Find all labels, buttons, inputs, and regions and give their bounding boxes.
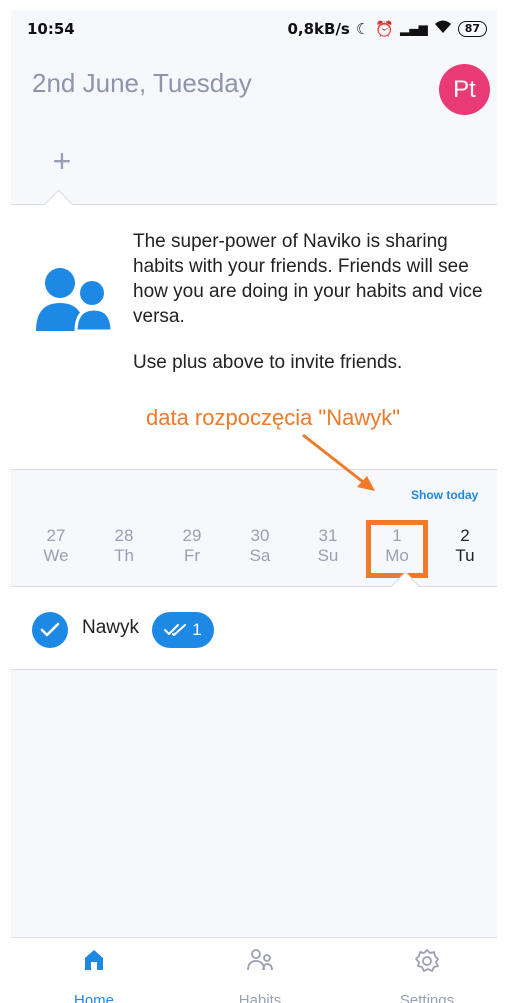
invite-description: The super-power of Naviko is sharing hab… [133,231,483,327]
streak-count: 1 [192,620,202,639]
status-icons: 0,8kB/s ☾ ⏰ ▂▄▆ 87 [287,20,487,38]
habit-check-button[interactable] [32,612,68,648]
nav-habits[interactable]: Habits [200,938,320,1003]
day-number: 27 [46,526,66,545]
annotation-label: data rozpoczęcia "Nawyk" [146,405,401,430]
nav-label: Settings [399,992,455,1003]
day-name: Th [114,546,134,565]
people-icon [247,949,273,971]
day-number: 2 [460,526,470,545]
calendar-day-29[interactable]: 29 Fr [167,526,217,566]
add-friend-button[interactable]: + [47,145,77,177]
battery-indicator: 87 [457,21,487,37]
bottom-navigation: Home Habits Settings [11,937,497,1003]
invite-hint: Use plus above to invite friends. [133,352,403,373]
show-today-link[interactable]: Show today [411,488,478,502]
network-speed: 0,8kB/s [287,20,350,38]
avatar[interactable]: Pt [439,64,490,115]
calendar-day-28[interactable]: 28 Th [99,526,149,566]
alarm-icon: ⏰ [375,20,394,38]
signal-icon: ▂▄▆ [400,22,428,36]
habit-name[interactable]: Nawyk [82,617,139,639]
nav-home[interactable]: Home [34,938,154,1003]
day-name: Tu [455,546,475,565]
page-title: 2nd June, Tuesday [32,68,252,98]
calendar-day-27[interactable]: 27 We [31,526,81,566]
double-check-icon [164,624,187,636]
nav-label: Habits [238,992,282,1003]
moon-icon: ☾ [355,20,370,38]
calendar-day-30[interactable]: 30 Sa [235,526,285,566]
friends-icon [36,267,118,338]
day-number: 30 [250,526,270,545]
habit-list: Nawyk 1 [11,571,497,670]
check-icon [40,622,60,637]
annotation-arrow [302,433,375,491]
calendar-day-2[interactable]: 2 Tu [440,526,490,566]
nav-label: Home [73,992,114,1003]
calendar-day-31[interactable]: 31 Su [303,526,353,566]
day-name: Fr [183,546,201,565]
card-pointer [43,189,74,220]
status-bar: 10:54 0,8kB/s ☾ ⏰ ▂▄▆ 87 [11,10,497,48]
day-number: 28 [114,526,134,545]
day-name: We [43,546,69,565]
annotation-highlight-box [366,520,428,578]
day-name: Sa [249,546,271,565]
day-number: 31 [318,526,338,545]
home-icon [85,950,103,970]
invite-text: The super-power of Naviko is sharing hab… [133,229,483,396]
streak-badge[interactable]: 1 [152,612,214,648]
app-screen: 10:54 0,8kB/s ☾ ⏰ ▂▄▆ 87 2nd June, Tuesd… [11,10,497,1003]
day-name: Su [317,546,339,565]
day-number: 29 [182,526,202,545]
status-time: 10:54 [27,20,75,38]
gear-icon [415,949,439,972]
wifi-icon [434,20,452,38]
nav-settings[interactable]: Settings [367,938,487,1003]
